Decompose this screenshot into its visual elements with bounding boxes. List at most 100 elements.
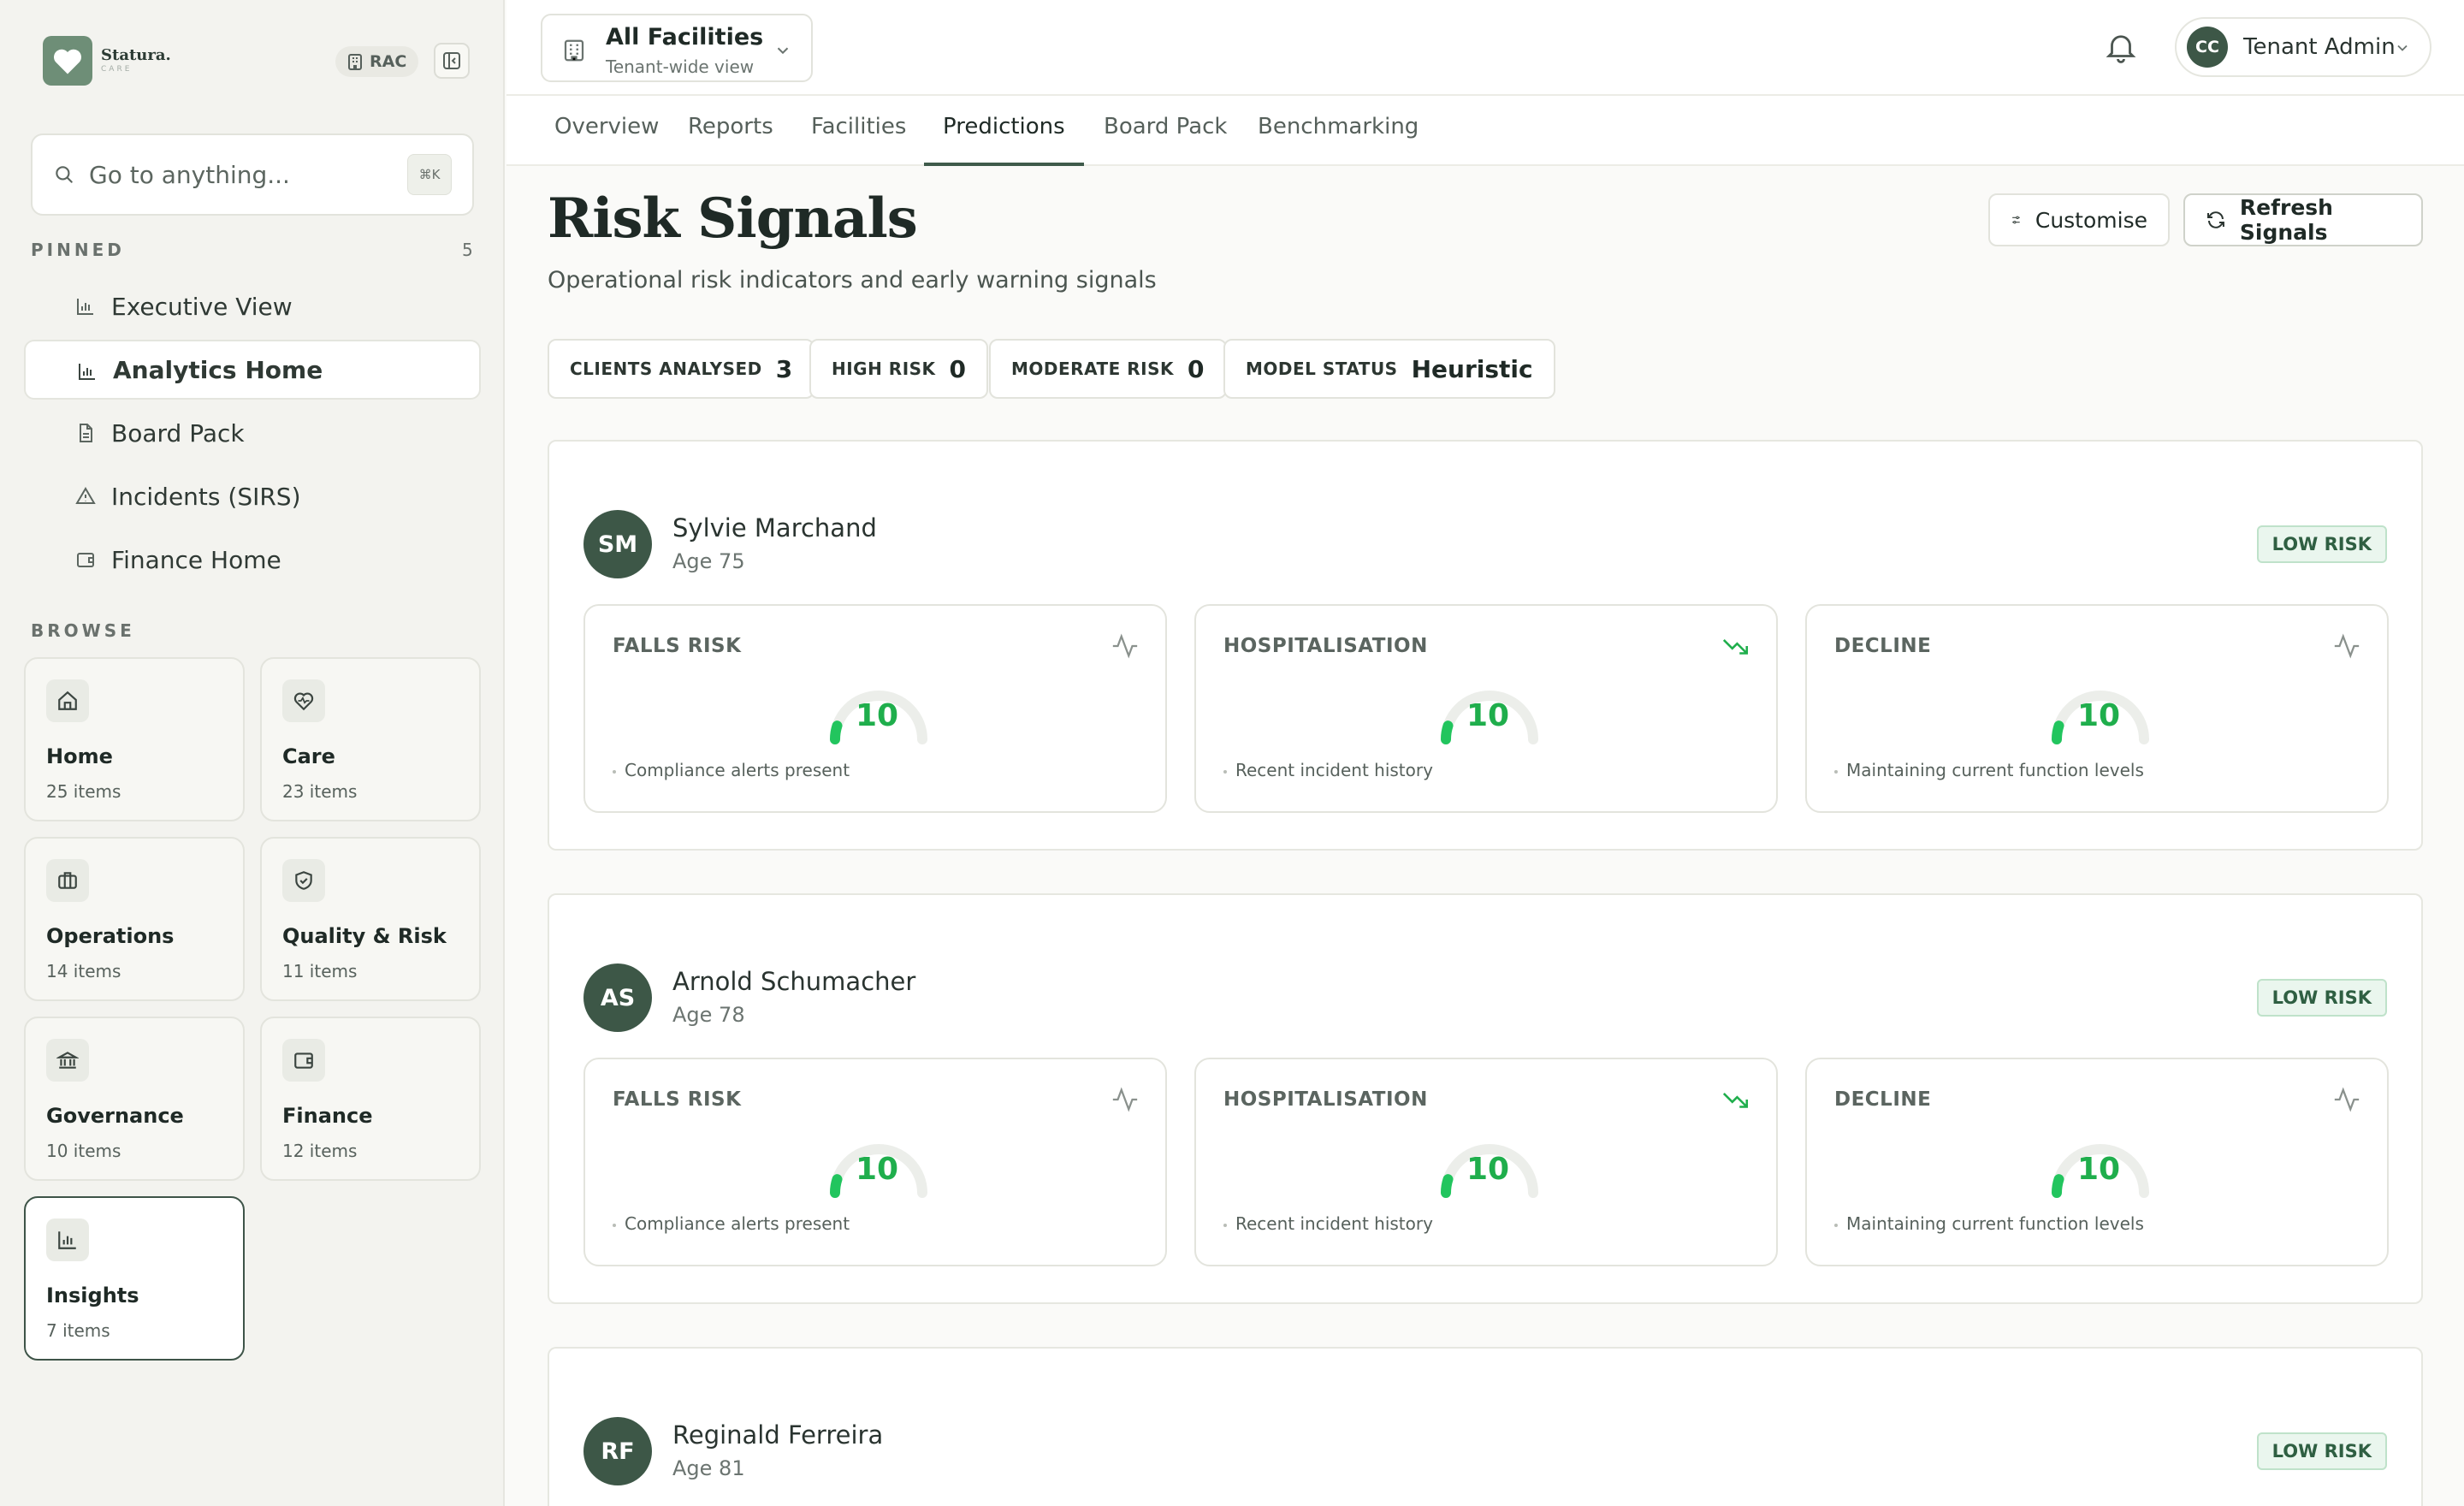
metric-card-decline: DECLINE 10 Maintaining current function … [1805, 1058, 2389, 1266]
metric-title: HOSPITALISATION [1223, 1088, 1428, 1111]
tile-count: 12 items [282, 1141, 358, 1161]
stat-label: HIGH RISK [832, 359, 936, 379]
metric-title: DECLINE [1834, 635, 1932, 657]
metric-title: HOSPITALISATION [1223, 635, 1428, 657]
heart-logo-icon [43, 36, 92, 86]
gauge-value: 10 [1466, 1152, 1510, 1187]
metric-note: Compliance alerts present [613, 760, 850, 780]
tab-overview[interactable]: Overview [536, 96, 678, 166]
nav-label: Analytics Home [113, 355, 323, 384]
gauge-value: 10 [856, 1152, 899, 1187]
landmark-icon [46, 1039, 89, 1082]
customise-button[interactable]: Customise [1988, 193, 2170, 246]
metric-note: Recent incident history [1223, 760, 1433, 780]
brand-name: Statura. [101, 46, 171, 64]
client-age: Age 75 [672, 549, 745, 573]
top-bar: All Facilities Tenant-wide view CC Tenan… [506, 0, 2464, 96]
tile-count: 10 items [46, 1141, 121, 1161]
client-name[interactable]: Arnold Schumacher [672, 967, 915, 996]
metric-title: FALLS RISK [613, 1088, 742, 1111]
search-icon [56, 166, 73, 183]
stat-high-risk: HIGH RISK 0 [809, 339, 989, 399]
briefcase-icon [46, 859, 89, 902]
search-shortcut: ⌘K [407, 154, 452, 195]
tab-facilities[interactable]: Facilities [792, 96, 925, 166]
gauge-fill [829, 720, 843, 744]
bar-chart-icon [46, 1218, 89, 1261]
browse-label: BROWSE [31, 620, 135, 641]
notifications-bell-icon[interactable] [2103, 29, 2139, 65]
nav-finance-home[interactable]: Finance Home [24, 530, 481, 590]
activity-icon [2334, 633, 2360, 659]
browse-tile-care[interactable]: Care 23 items [260, 657, 481, 821]
user-menu[interactable]: CC Tenant Admin [2175, 17, 2431, 77]
browse-tile-quality-risk[interactable]: Quality & Risk 11 items [260, 837, 481, 1001]
refresh-icon [2206, 211, 2224, 228]
metric-note: Compliance alerts present [613, 1213, 850, 1234]
metric-card-falls-risk: FALLS RISK 10 Compliance alerts present [583, 1058, 1167, 1266]
browse-tile-home[interactable]: Home 25 items [24, 657, 245, 821]
avatar: RF [583, 1417, 652, 1485]
refresh-signals-button[interactable]: Refresh Signals [2183, 193, 2423, 246]
nav-board-pack[interactable]: Board Pack [24, 403, 481, 463]
tile-title: Quality & Risk [282, 924, 447, 948]
stat-value: 3 [775, 354, 793, 383]
metric-note: Maintaining current function levels [1834, 1213, 2144, 1234]
metric-note: Maintaining current function levels [1834, 760, 2144, 780]
brand-sub: CARE [101, 65, 133, 74]
nav-executive-view[interactable]: Executive View [24, 276, 481, 336]
wallet-icon [282, 1039, 325, 1082]
browse-tile-finance[interactable]: Finance 12 items [260, 1017, 481, 1181]
panel-left-icon [443, 52, 460, 69]
browse-tile-insights[interactable]: Insights 7 items [24, 1196, 245, 1361]
risk-badge: LOW RISK [2256, 525, 2387, 563]
pinned-label: PINNED [31, 240, 125, 260]
facility-selector[interactable]: All Facilities Tenant-wide view [541, 14, 813, 82]
wallet-icon [77, 553, 94, 567]
nav-label: Board Pack [111, 418, 245, 448]
stat-clients-analysed: CLIENTS ANALYSED 3 [548, 339, 815, 399]
gauge-fill [2051, 1174, 2064, 1198]
tab-board-pack[interactable]: Board Pack [1085, 96, 1246, 166]
collapse-sidebar-button[interactable] [434, 43, 470, 79]
client-name[interactable]: Reginald Ferreira [672, 1420, 883, 1450]
metric-card-hospitalisation: HOSPITALISATION 10 Recent incident histo… [1194, 604, 1778, 813]
activity-icon [1112, 633, 1138, 659]
tab-predictions[interactable]: Predictions [924, 96, 1084, 166]
stat-label: MODERATE RISK [1011, 359, 1175, 379]
browse-tile-governance[interactable]: Governance 10 items [24, 1017, 245, 1181]
page-subtitle: Operational risk indicators and early wa… [548, 267, 1157, 293]
metric-card-falls-risk: FALLS RISK 10 Compliance alerts present [583, 604, 1167, 813]
metric-note-text: Maintaining current function levels [1846, 760, 2144, 780]
gauge-value: 10 [856, 698, 899, 733]
chevron-down-icon [2397, 44, 2408, 51]
gauge-value: 10 [2077, 1152, 2121, 1187]
brand-logo[interactable]: Statura. CARE [43, 36, 171, 86]
avatar: SM [583, 510, 652, 578]
search-input[interactable]: Go to anything... ⌘K [31, 133, 474, 216]
heart-pulse-icon [282, 679, 325, 722]
pinned-count: 5 [462, 240, 473, 260]
tab-reports[interactable]: Reports [669, 96, 792, 166]
nav-incidents-sirs[interactable]: Incidents (SIRS) [24, 466, 481, 526]
tab-benchmarking[interactable]: Benchmarking [1239, 96, 1437, 166]
client-name[interactable]: Sylvie Marchand [672, 513, 877, 543]
metric-title: FALLS RISK [613, 635, 742, 657]
nav-analytics-home[interactable]: Analytics Home [24, 340, 481, 400]
client-card: RF Reginald Ferreira Age 81 LOW RISK [548, 1347, 2423, 1506]
activity-icon [1112, 1087, 1138, 1112]
gauge-fill [2051, 720, 2064, 744]
gauge-fill [829, 1174, 843, 1198]
trending-down-icon [1722, 1093, 1749, 1108]
building-icon [348, 54, 362, 70]
facility-subtitle: Tenant-wide view [606, 56, 755, 77]
program-pill[interactable]: RAC [335, 46, 419, 77]
client-age: Age 81 [672, 1456, 745, 1480]
stat-value: 0 [949, 354, 967, 383]
tile-title: Finance [282, 1104, 373, 1128]
sliders-icon [2012, 216, 2020, 224]
tile-count: 14 items [46, 961, 121, 981]
nav-label: Executive View [111, 292, 293, 321]
browse-tile-operations[interactable]: Operations 14 items [24, 837, 245, 1001]
client-card: SM Sylvie Marchand Age 75 LOW RISK FALLS… [548, 440, 2423, 851]
